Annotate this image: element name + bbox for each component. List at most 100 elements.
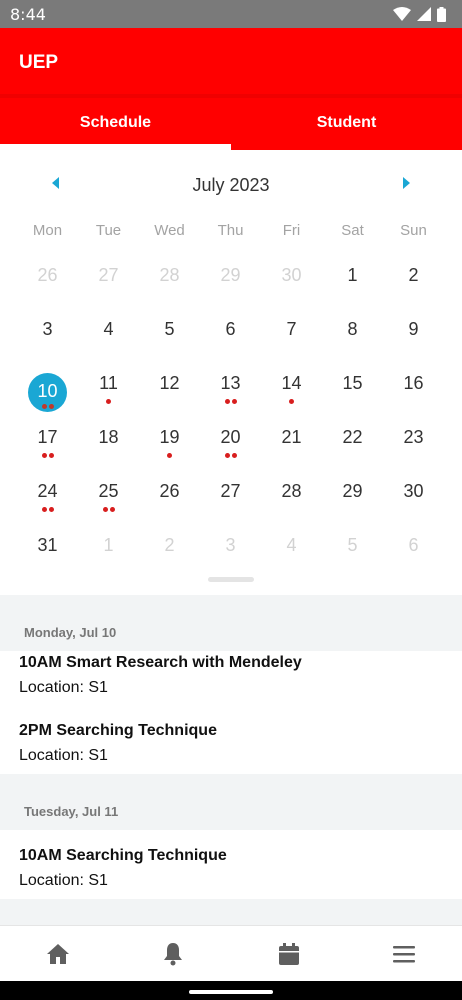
calendar-day[interactable]: 20	[200, 411, 261, 465]
tab-schedule[interactable]: Schedule	[0, 94, 231, 150]
calendar-day[interactable]: 25	[78, 465, 139, 519]
calendar-day[interactable]: 23	[383, 411, 444, 465]
event-dot	[167, 453, 172, 458]
calendar-day-number: 5	[347, 535, 358, 555]
calendar-day[interactable]: 15	[322, 357, 383, 411]
calendar-day[interactable]: 2	[139, 519, 200, 573]
calendar-day-number: 26	[37, 265, 58, 285]
calendar-day[interactable]: 13	[200, 357, 261, 411]
calendar-day[interactable]: 27	[78, 249, 139, 303]
event-dots	[200, 453, 261, 460]
calendar-day[interactable]: 4	[261, 519, 322, 573]
event-item[interactable]: 10AM Searching Technique Location: S1	[19, 844, 443, 891]
weekday-tue: Tue	[95, 222, 122, 239]
next-month-icon[interactable]	[403, 177, 410, 189]
nav-notifications[interactable]	[116, 926, 232, 982]
calendar-icon	[278, 943, 299, 965]
calendar-day-number: 25	[98, 481, 119, 501]
calendar-day[interactable]: 22	[322, 411, 383, 465]
calendar-day-number: 23	[403, 427, 424, 447]
calendar-day[interactable]: 11	[78, 357, 139, 411]
calendar-day[interactable]: 3	[17, 303, 78, 357]
calendar-day-number: 6	[408, 535, 419, 555]
app-bar: UEP	[0, 28, 462, 94]
tab-student[interactable]: Student	[231, 94, 462, 150]
calendar-day-number: 2	[164, 535, 175, 555]
calendar-day[interactable]: 3	[200, 519, 261, 573]
calendar-day[interactable]: 4	[78, 303, 139, 357]
calendar-day[interactable]: 7	[261, 303, 322, 357]
calendar-day[interactable]: 31	[17, 519, 78, 573]
calendar-day-number: 7	[286, 319, 297, 339]
weekday-fri: Fri	[282, 222, 301, 239]
weekday-sun: Sun	[400, 222, 427, 239]
event-dots	[200, 399, 261, 406]
nav-home[interactable]	[0, 926, 116, 982]
calendar-day[interactable]: 8	[322, 303, 383, 357]
calendar-day-number: 31	[37, 535, 58, 555]
app-title: UEP	[19, 52, 59, 73]
calendar-day[interactable]: 17	[17, 411, 78, 465]
event-dots	[78, 399, 139, 406]
calendar-day[interactable]: 19	[139, 411, 200, 465]
calendar-day[interactable]: 30	[383, 465, 444, 519]
calendar-day[interactable]: 29	[322, 465, 383, 519]
nav-menu[interactable]	[347, 926, 462, 982]
calendar-day[interactable]: 14	[261, 357, 322, 411]
calendar-day-number: 13	[220, 373, 241, 393]
calendar-day-number: 1	[347, 265, 358, 285]
agenda-day-events: 10AM Searching Technique Location: S1	[0, 830, 462, 899]
agenda-date-header: Monday, Jul 10	[24, 625, 117, 640]
calendar-day[interactable]: 26	[139, 465, 200, 519]
nav-calendar[interactable]	[231, 926, 347, 982]
event-dots	[17, 404, 78, 411]
calendar-drag-handle[interactable]	[208, 577, 254, 582]
calendar-day-number: 30	[281, 265, 302, 285]
event-dot	[106, 399, 111, 404]
home-gesture-pill[interactable]	[189, 990, 273, 994]
calendar-day-grid: 26 27 28 29 30 1 2 3 4 5 6 7 8 9 10 11 12 13 14 15 16 17 18 19 2…	[17, 249, 444, 573]
event-dots	[261, 399, 322, 406]
calendar-day[interactable]: 5	[139, 303, 200, 357]
calendar-day[interactable]: 16	[383, 357, 444, 411]
calendar-day[interactable]: 26	[17, 249, 78, 303]
event-dot	[41, 453, 47, 458]
event-dot	[41, 404, 47, 409]
event-title: 2PM Searching Technique	[19, 722, 217, 739]
calendar-day[interactable]: 6	[383, 519, 444, 573]
calendar-day-number: 21	[281, 427, 302, 447]
calendar-day-number: 3	[225, 535, 236, 555]
calendar-day-selected[interactable]: 10	[17, 357, 78, 412]
status-icons	[393, 6, 446, 22]
calendar-day[interactable]: 29	[200, 249, 261, 303]
calendar-day[interactable]: 12	[139, 357, 200, 411]
calendar-day[interactable]: 1	[78, 519, 139, 573]
calendar-day[interactable]: 27	[200, 465, 261, 519]
system-gesture-bar	[0, 981, 462, 1000]
calendar-day[interactable]: 28	[261, 465, 322, 519]
calendar-day-number: 28	[159, 265, 180, 285]
calendar-day[interactable]: 21	[261, 411, 322, 465]
status-bar: 8:44	[0, 0, 462, 28]
tab-bar: Schedule Student	[0, 94, 462, 150]
calendar-day-number: 18	[98, 427, 119, 447]
calendar-day-number: 14	[281, 373, 302, 393]
calendar-day[interactable]: 24	[17, 465, 78, 519]
calendar-day[interactable]: 30	[261, 249, 322, 303]
calendar-day[interactable]: 9	[383, 303, 444, 357]
calendar-day[interactable]: 28	[139, 249, 200, 303]
event-item[interactable]: 10AM Smart Research with Mendeley Locati…	[19, 651, 443, 719]
calendar-day[interactable]: 18	[78, 411, 139, 465]
calendar-day-number: 12	[159, 373, 180, 393]
calendar-day[interactable]: 6	[200, 303, 261, 357]
calendar-day-number: 27	[220, 481, 241, 501]
event-dots	[17, 507, 78, 514]
calendar-day-number: 29	[342, 481, 363, 501]
event-dots	[139, 453, 200, 460]
calendar-day[interactable]: 2	[383, 249, 444, 303]
calendar-day[interactable]: 1	[322, 249, 383, 303]
bottom-navigation	[0, 925, 462, 981]
calendar-day[interactable]: 5	[322, 519, 383, 573]
calendar-day-number: 4	[103, 319, 114, 339]
event-location: Location: S1	[19, 679, 108, 696]
